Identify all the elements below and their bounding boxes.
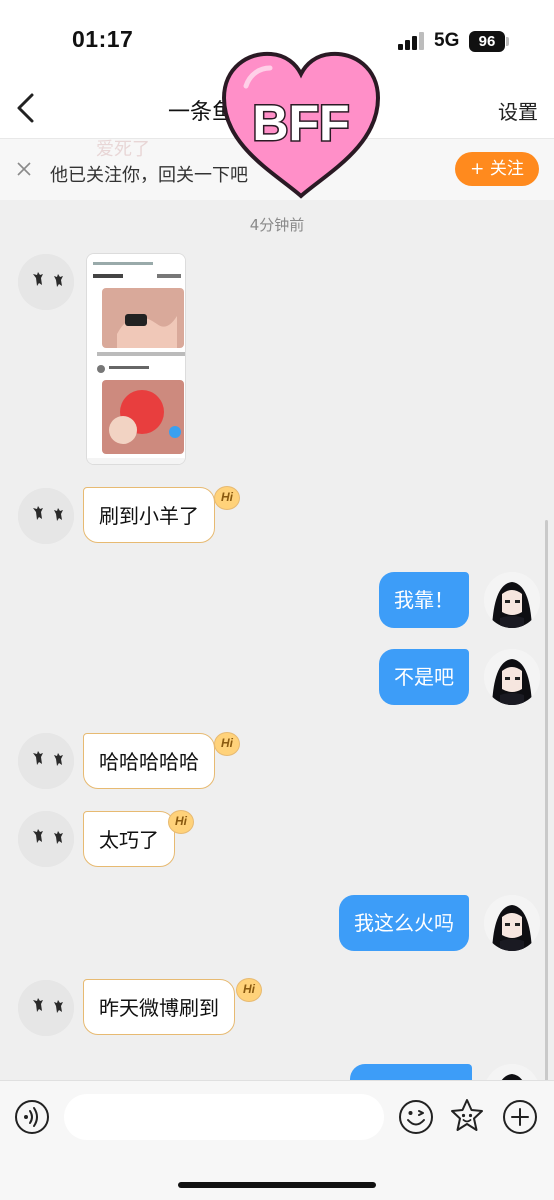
network-label: 5G: [434, 30, 460, 51]
message-timestamp: 4分钟前: [249, 216, 305, 234]
home-indicator: [178, 1182, 376, 1188]
close-icon[interactable]: [16, 161, 32, 177]
sticker-icon[interactable]: [448, 1097, 486, 1135]
message-bubble-received[interactable]: 刷到小羊了: [83, 487, 215, 543]
message-bubble-received[interactable]: 太巧了: [83, 811, 175, 867]
user-avatar[interactable]: [484, 649, 540, 705]
message-input[interactable]: [64, 1094, 384, 1140]
contact-avatar[interactable]: [18, 488, 74, 544]
plus-circle-icon[interactable]: [502, 1099, 538, 1135]
status-time: 01:17: [72, 26, 134, 52]
message-bubble-sent[interactable]: 我靠！: [379, 572, 469, 628]
user-avatar[interactable]: [484, 572, 540, 628]
user-avatar[interactable]: [484, 1064, 540, 1080]
contact-avatar[interactable]: [18, 980, 74, 1036]
contact-avatar[interactable]: [18, 254, 74, 310]
signal-icon: [398, 32, 424, 50]
contact-avatar[interactable]: [18, 811, 74, 867]
hi-badge: Hi: [214, 486, 240, 510]
settings-button[interactable]: 设置: [498, 96, 538, 125]
chevron-left-icon[interactable]: [14, 92, 40, 124]
shared-screenshot-image[interactable]: [86, 253, 186, 465]
contact-avatar[interactable]: [18, 733, 74, 789]
message-bubble-received[interactable]: 哈哈哈哈哈: [83, 733, 215, 789]
smiley-icon[interactable]: [398, 1099, 434, 1135]
hi-badge: Hi: [214, 732, 240, 756]
message-bubble-sent[interactable]: 我这么火吗: [339, 895, 469, 951]
user-avatar[interactable]: [484, 895, 540, 951]
hi-badge: Hi: [236, 978, 262, 1002]
follow-button[interactable]: + 关注: [455, 152, 539, 186]
battery-nub: [506, 37, 509, 46]
chat-messages[interactable]: 4分钟前 刷到小羊了 Hi 我靠！ 不是吧 哈哈哈哈哈 Hi 太巧了 Hi 我这…: [0, 200, 554, 1080]
voice-icon[interactable]: [14, 1099, 50, 1135]
previous-message-preview: 爱死了: [96, 139, 150, 160]
hi-badge: Hi: [168, 810, 194, 834]
bff-heart-sticker: BFF: [221, 51, 381, 199]
message-bubble-sent[interactable]: [350, 1064, 472, 1080]
sticker-text: BFF: [252, 95, 349, 151]
chat-scrollbar[interactable]: [545, 520, 548, 1080]
message-bubble-received[interactable]: 昨天微博刷到: [83, 979, 235, 1035]
battery-indicator: 96: [469, 31, 505, 52]
message-bubble-sent[interactable]: 不是吧: [379, 649, 469, 705]
